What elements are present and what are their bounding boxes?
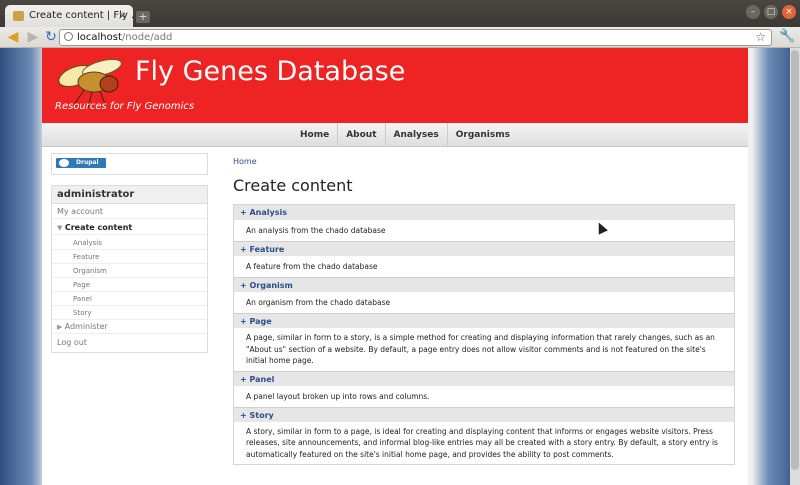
address-bar[interactable]: localhost/node/add ☆	[59, 29, 772, 46]
user-block-title: administrator	[52, 186, 207, 204]
sidebar-item-story[interactable]: Story	[52, 306, 207, 320]
content-type-description: A page, similar in form to a story, is a…	[246, 333, 715, 365]
sidebar-item-administer[interactable]: ▶ Administer	[52, 320, 207, 334]
powered-by-drupal-block: Drupal	[51, 153, 208, 175]
browser-viewport: Fly Genes Database Resources for Fly Gen…	[0, 48, 800, 485]
sidebar-item-label: Administer	[64, 322, 108, 331]
site-name[interactable]: Fly Genes Database	[135, 56, 405, 87]
scrollbar[interactable]	[790, 48, 800, 485]
browser-titlebar: Create content | Fly ... × + – □ ×	[0, 0, 800, 27]
user-menu-block: administrator My account ▼ Create conten…	[51, 185, 208, 353]
window-controls: – □ ×	[746, 5, 796, 19]
close-window-button[interactable]: ×	[782, 5, 796, 19]
drupal-badge[interactable]: Drupal	[56, 158, 106, 168]
star-icon[interactable]: ☆	[755, 30, 766, 45]
new-tab-button[interactable]: +	[136, 11, 150, 23]
sidebar-item-log-out[interactable]: Log out	[52, 336, 207, 350]
content-type-description: A story, similar in form to a page, is i…	[246, 426, 718, 459]
expanded-arrow-icon: ▼	[57, 224, 65, 232]
browser-toolbar: ◀ ▶ ↻ localhost/node/add ☆ 🔧	[0, 27, 800, 48]
nav-organisms[interactable]: Organisms	[446, 123, 518, 147]
nav-about[interactable]: About	[337, 123, 384, 147]
drupal-drop-icon	[59, 159, 69, 167]
tab-close-icon[interactable]: ×	[118, 9, 127, 22]
sidebar-item-my-account[interactable]: My account	[52, 205, 207, 219]
favicon-icon	[13, 11, 24, 21]
wrench-icon[interactable]: 🔧	[779, 29, 795, 44]
nav-analyses[interactable]: Analyses	[384, 123, 447, 147]
forward-icon[interactable]: ▶	[25, 29, 41, 45]
page-icon	[64, 32, 73, 41]
content-type-panel-link[interactable]: + Panel	[234, 370, 734, 386]
reload-icon[interactable]: ↻	[43, 29, 59, 45]
sidebar-item-label: Create content	[64, 223, 133, 232]
sidebar-item-panel[interactable]: Panel	[52, 292, 207, 306]
minimize-button[interactable]: –	[746, 5, 760, 19]
content-type-description: A panel layout broken up into rows and c…	[246, 391, 430, 401]
sidebar-item-organism[interactable]: Organism	[52, 264, 207, 278]
nav-home[interactable]: Home	[292, 123, 337, 147]
collapsed-arrow-icon: ▶	[57, 323, 65, 331]
site-slogan: Resources for Fly Genomics	[55, 101, 195, 112]
back-icon[interactable]: ◀	[5, 29, 21, 45]
content-type-story-link[interactable]: + Story	[234, 406, 734, 422]
url-host: localhost	[77, 32, 122, 43]
content-type-feature-link[interactable]: + Feature	[234, 241, 734, 256]
page-title: Create content	[233, 176, 353, 195]
site-header: Fly Genes Database Resources for Fly Gen…	[42, 48, 748, 123]
content-type-page-link[interactable]: + Page	[234, 313, 734, 328]
url-path: /node/add	[121, 32, 173, 43]
sidebar-item-create-content[interactable]: ▼ Create content	[52, 221, 207, 235]
breadcrumb[interactable]: Home	[233, 157, 257, 166]
content-type-description: An analysis from the chado database	[246, 226, 386, 235]
maximize-button[interactable]: □	[764, 5, 778, 19]
sidebar-item-analysis[interactable]: Analysis	[52, 236, 207, 250]
sidebar-item-page[interactable]: Page	[52, 278, 207, 292]
drupal-page: Fly Genes Database Resources for Fly Gen…	[42, 48, 748, 485]
content-type-list: + Analysis An analysis from the chado da…	[233, 204, 735, 465]
browser-tab[interactable]: Create content | Fly ... ×	[5, 5, 133, 27]
content-type-description: A feature from the chado database	[246, 262, 378, 271]
content-type-organism-link[interactable]: + Organism	[234, 277, 734, 292]
drupal-badge-label: Drupal	[76, 159, 99, 166]
sidebar-item-feature[interactable]: Feature	[52, 250, 207, 264]
content-type-description: An organism from the chado database	[246, 298, 391, 307]
content-type-analysis-link[interactable]: + Analysis	[234, 205, 734, 220]
scrollbar-thumb[interactable]	[791, 50, 799, 470]
primary-nav: Home About Analyses Organisms	[42, 123, 748, 147]
